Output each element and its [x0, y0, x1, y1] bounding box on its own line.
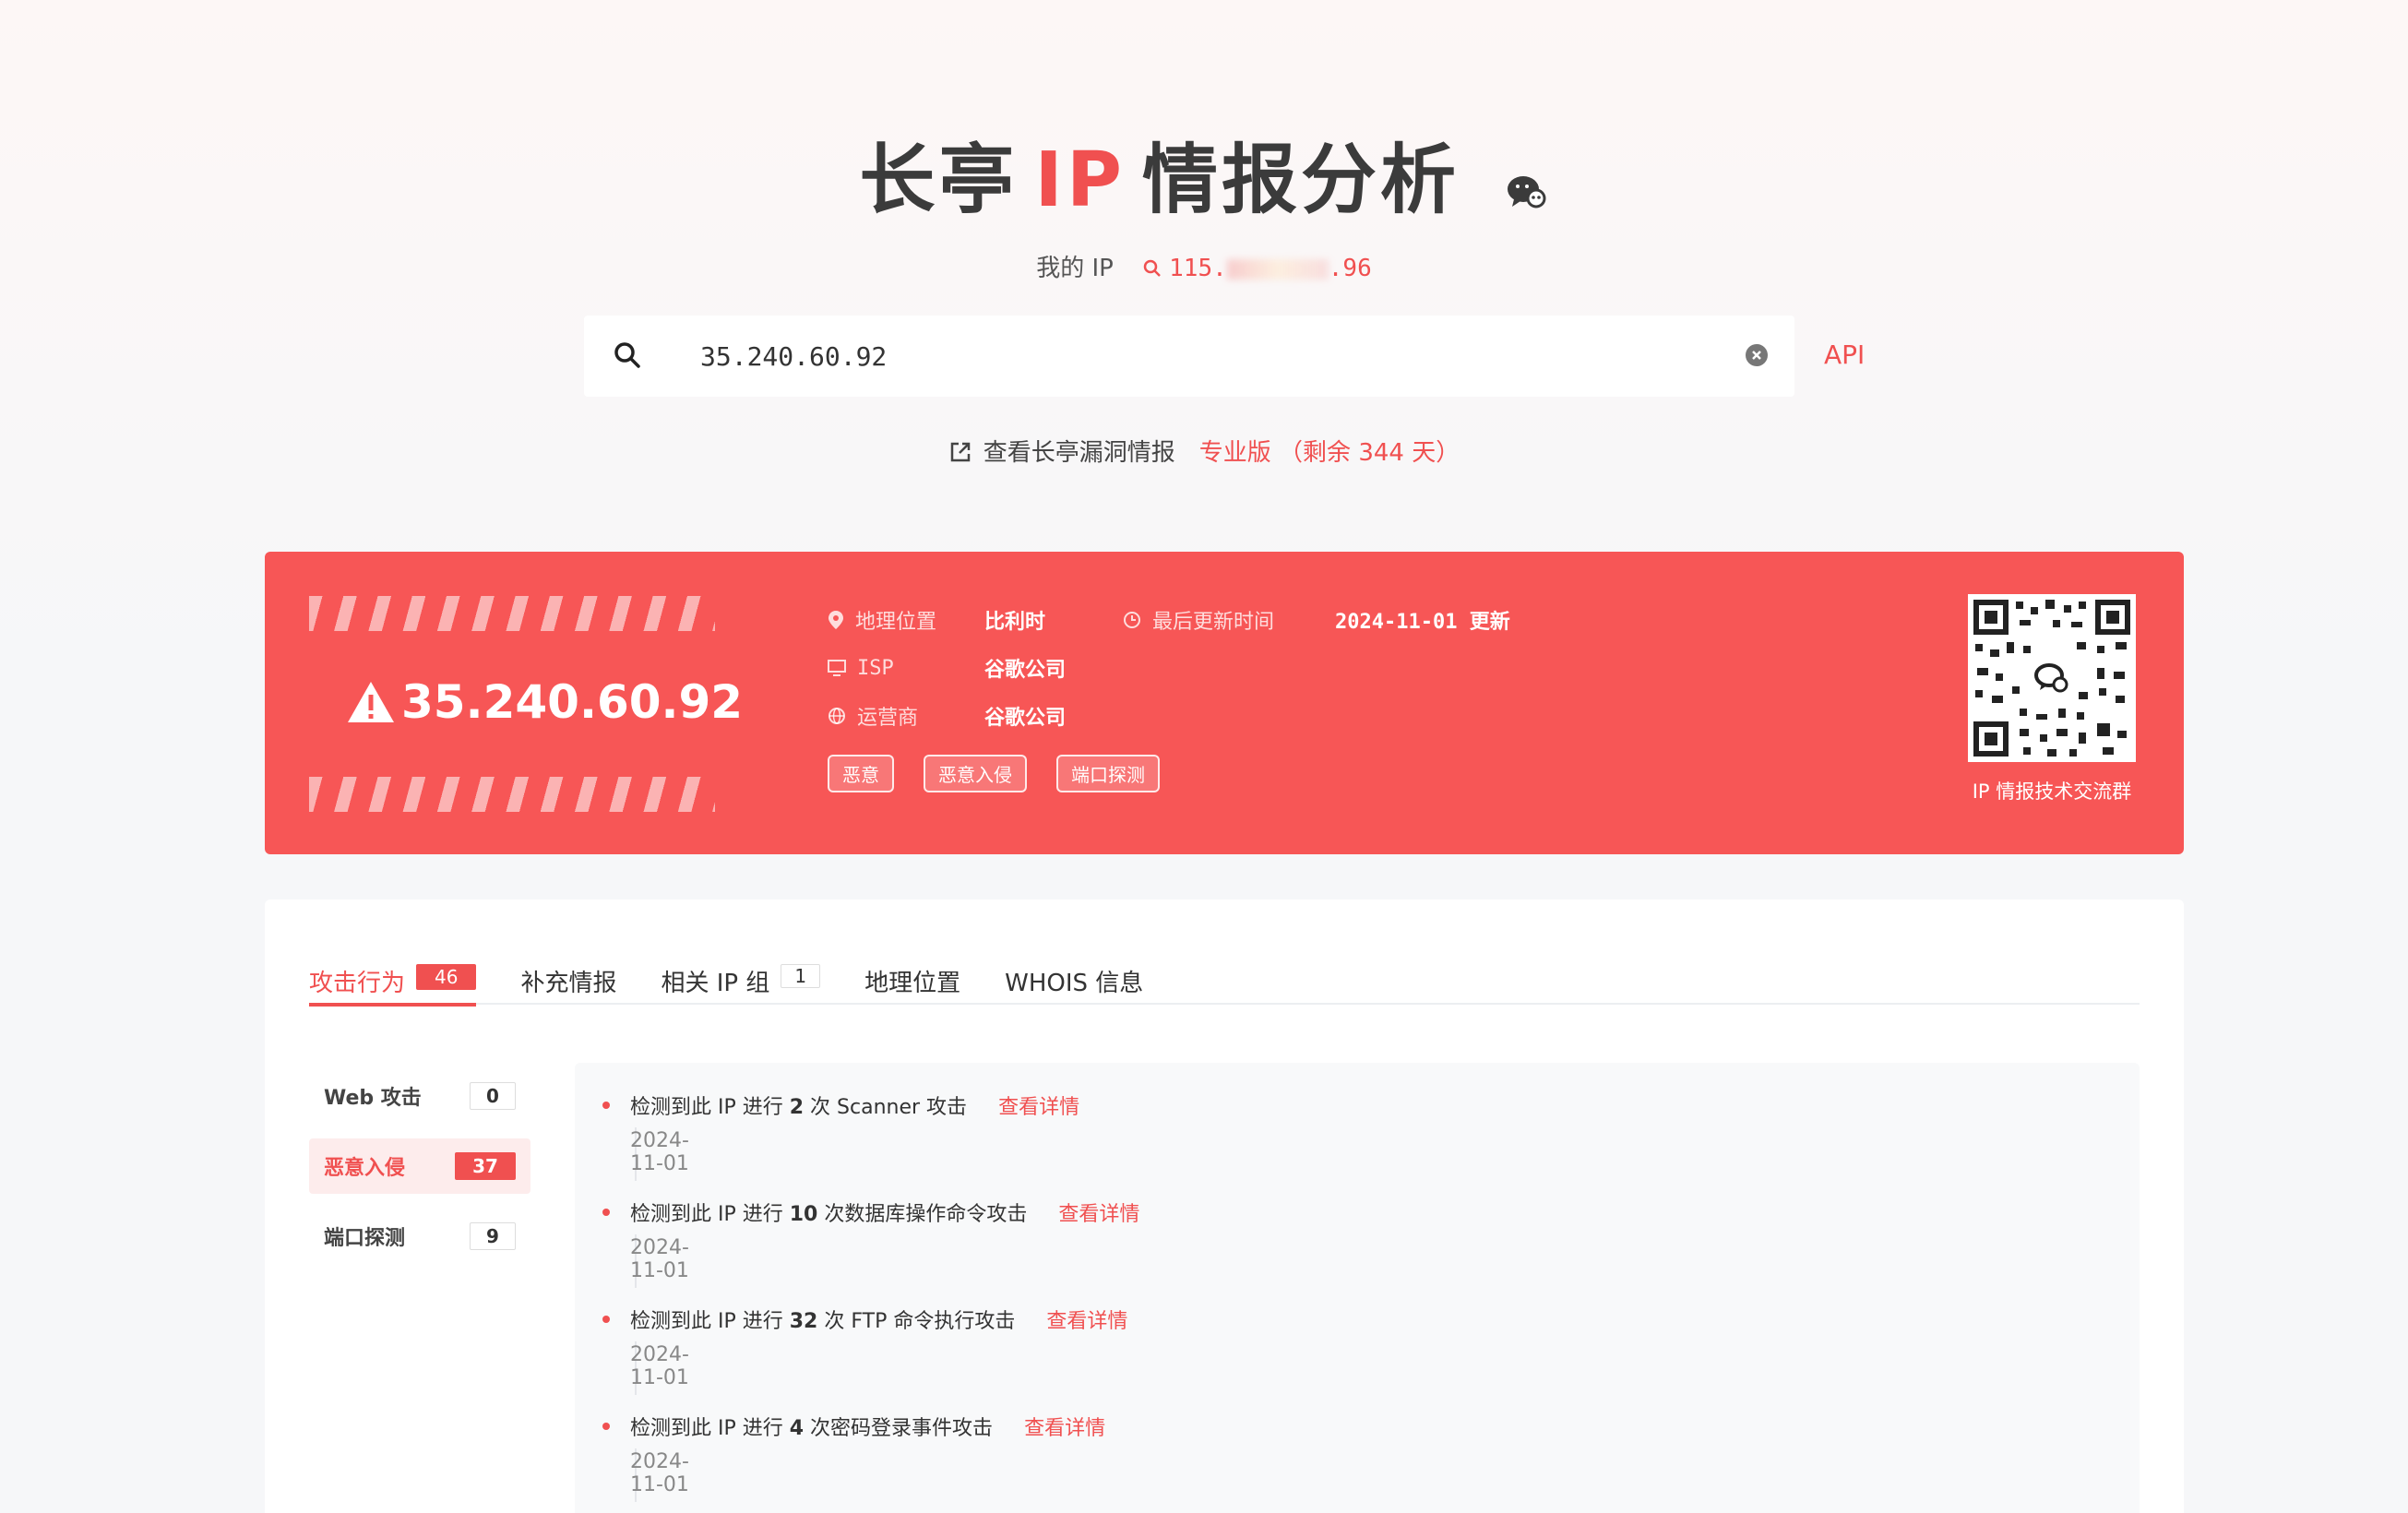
update-value: 2024-11-01 更新	[1335, 611, 1510, 634]
sidebar-item-web-attack[interactable]: Web 攻击 0	[309, 1068, 530, 1124]
search-bar	[584, 316, 1794, 397]
title-post: 情报分析	[1142, 137, 1460, 224]
my-ip-prefix: 115.	[1169, 255, 1227, 282]
my-ip-row: 我的 IP 115. .96	[0, 249, 2408, 283]
timeline-dot	[602, 1316, 610, 1323]
location-pin-icon	[828, 611, 843, 629]
isp-label: ISP	[857, 656, 894, 680]
info-row-isp: ISP 谷歌公司	[828, 644, 1510, 692]
geo-value: 比利时	[984, 611, 1046, 634]
threat-tags: 恶意 恶意入侵 端口探测	[828, 755, 1160, 792]
timeline-dot	[602, 1102, 610, 1109]
title-pre: 长亭	[859, 137, 1019, 224]
info-row-geo: 地理位置 比利时 最后更新时间 2024-11-01 更新	[828, 596, 1510, 644]
category-sidebar: Web 攻击 0 恶意入侵 37 端口探测 9	[309, 1068, 530, 1279]
tab-supplementary[interactable]: 补充情报	[520, 964, 616, 1005]
my-ip-label: 我的 IP	[1036, 255, 1114, 282]
view-details-link[interactable]: 查看详情	[1024, 1417, 1105, 1440]
tab-related-ip-group[interactable]: 相关 IP 组 1	[661, 964, 821, 1005]
vuln-intel-link[interactable]: 查看长亭漏洞情报	[983, 439, 1175, 467]
tag-port-scan[interactable]: 端口探测	[1056, 755, 1160, 792]
pro-version-link[interactable]: 专业版 （剩余 344 天）	[1199, 439, 1460, 467]
search-input[interactable]	[700, 316, 1697, 397]
ip-headline: 35.240.60.92	[346, 675, 743, 729]
api-link[interactable]: API	[1824, 340, 1865, 370]
tab-whois[interactable]: WHOIS 信息	[1005, 964, 1143, 1005]
search-icon	[1143, 259, 1162, 277]
qr-block: IP 情报技术交流群	[1964, 594, 2140, 804]
monitor-icon	[828, 660, 846, 676]
clear-icon[interactable]	[1745, 343, 1769, 371]
timeline-dot	[602, 1423, 610, 1430]
wechat-icon[interactable]	[1507, 141, 1549, 229]
tab-attack-behavior[interactable]: 攻击行为 46	[309, 964, 477, 1007]
my-ip-suffix: .96	[1328, 255, 1372, 282]
page-title: 长亭 IP 情报分析	[0, 118, 2408, 229]
stripe-decoration	[309, 596, 715, 631]
sidebar-item-intrusion[interactable]: 恶意入侵 37	[309, 1138, 530, 1194]
ip-address: 35.240.60.92	[401, 675, 744, 729]
vuln-intel-row: 查看长亭漏洞情报 专业版 （剩余 344 天）	[0, 434, 2408, 471]
clock-icon	[1124, 612, 1140, 628]
detail-panel: 攻击行为 46 补充情报 相关 IP 组 1 地理位置 WHOIS 信息 Web…	[265, 899, 2184, 1513]
timeline-dot	[602, 1209, 610, 1216]
tab-bar: 攻击行为 46 补充情报 相关 IP 组 1 地理位置 WHOIS 信息	[309, 964, 2140, 1007]
qr-code	[1968, 594, 2136, 762]
info-row-carrier: 运营商 谷歌公司	[828, 692, 1510, 740]
attack-count-badge: 46	[416, 964, 477, 990]
event-date: 2024-11-01	[630, 1129, 689, 1175]
tag-intrusion[interactable]: 恶意入侵	[924, 755, 1027, 792]
view-details-link[interactable]: 查看详情	[1058, 1203, 1139, 1226]
event-date: 2024-11-01	[630, 1236, 689, 1282]
related-count-badge: 1	[781, 964, 821, 988]
tag-malicious[interactable]: 恶意	[828, 755, 894, 792]
tab-geo-location[interactable]: 地理位置	[864, 964, 960, 1005]
event-date: 2024-11-01	[630, 1450, 689, 1496]
carrier-label: 运营商	[857, 707, 919, 730]
title-ip: IP	[1034, 137, 1127, 224]
external-link-icon	[948, 440, 972, 471]
view-details-link[interactable]: 查看详情	[998, 1096, 1079, 1119]
update-label: 最后更新时间	[1152, 611, 1275, 634]
qr-caption: IP 情报技术交流群	[1972, 780, 2132, 803]
isp-value: 谷歌公司	[984, 659, 1067, 682]
ip-info-grid: 地理位置 比利时 最后更新时间 2024-11-01 更新 ISP 谷歌公司 运…	[828, 596, 1510, 740]
globe-icon	[828, 708, 845, 724]
search-icon[interactable]	[614, 341, 641, 373]
my-ip-link[interactable]: 115. .96	[1143, 255, 1372, 282]
sidebar-item-port-scan[interactable]: 端口探测 9	[309, 1209, 530, 1264]
view-details-link[interactable]: 查看详情	[1046, 1310, 1127, 1333]
ip-summary-card: 35.240.60.92 地理位置 比利时 最后更新时间 2024-11-01 …	[265, 552, 2184, 854]
my-ip-blurred	[1226, 258, 1329, 280]
page: 长亭 IP 情报分析 我的 IP 115. .96 35.240.60.92 A…	[0, 0, 2408, 1513]
event-date: 2024-11-01	[630, 1343, 689, 1389]
stripe-decoration	[309, 777, 715, 812]
event-timeline: 检测到此 IP 进行 2 次 Scanner 攻击 查看详情 2024-11-01…	[575, 1063, 2140, 1513]
geo-label: 地理位置	[855, 611, 937, 634]
warning-icon	[348, 682, 394, 722]
carrier-value: 谷歌公司	[984, 707, 1067, 730]
